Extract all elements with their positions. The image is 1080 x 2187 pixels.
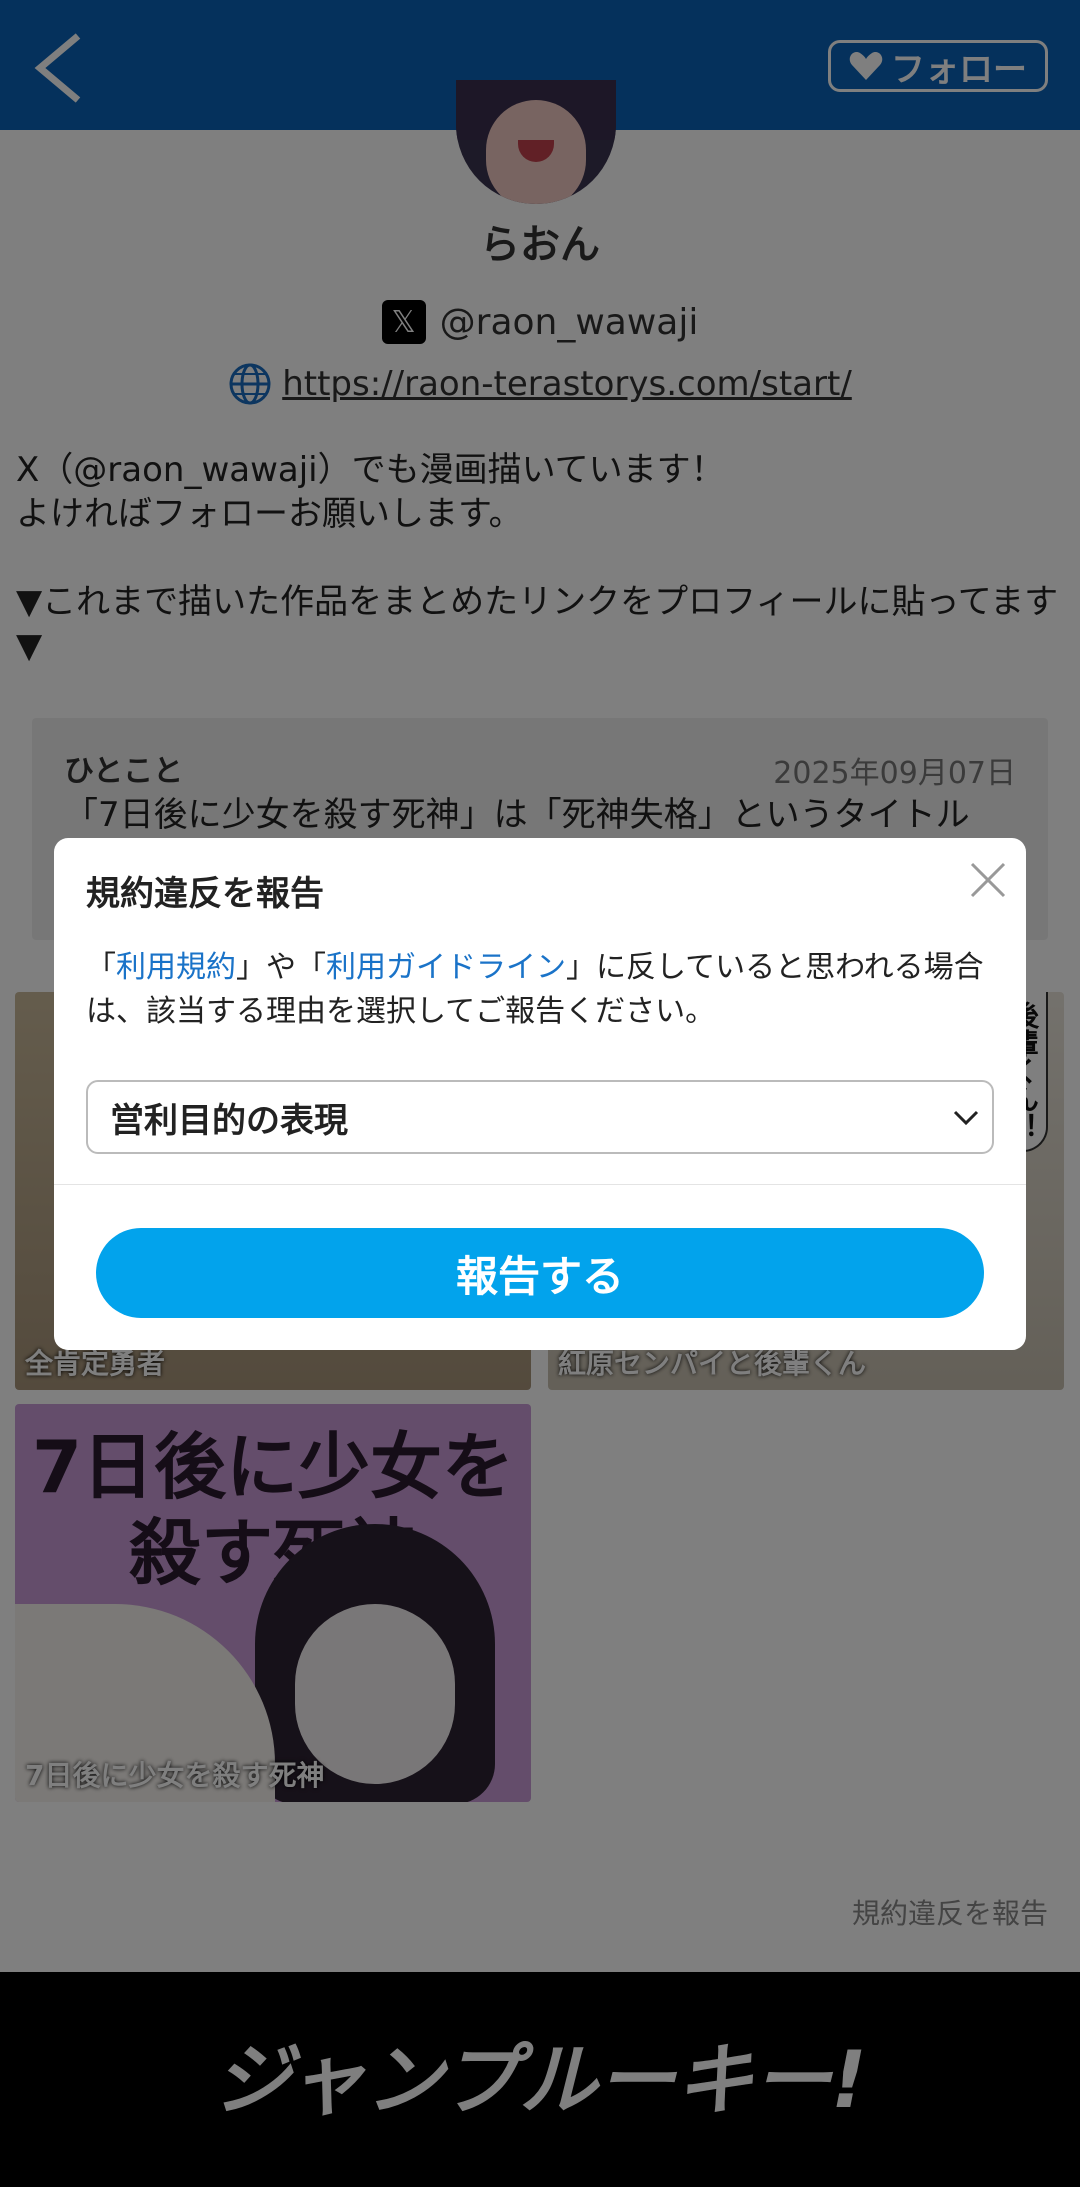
modal-divider bbox=[54, 1184, 1026, 1185]
close-icon bbox=[970, 862, 1006, 898]
terms-link[interactable]: 利用規約 bbox=[116, 950, 236, 985]
close-button[interactable] bbox=[966, 858, 1010, 902]
chevron-down-icon bbox=[953, 1110, 979, 1126]
report-modal: 規約違反を報告 「利用規約」や「利用ガイドライン」に反していると思われる場合は、… bbox=[54, 838, 1026, 1350]
modal-description: 「利用規約」や「利用ガイドライン」に反していると思われる場合は、該当する理由を選… bbox=[86, 950, 984, 1029]
guideline-link[interactable]: 利用ガイドライン bbox=[326, 950, 566, 985]
reason-selected-value: 営利目的の表現 bbox=[110, 1100, 348, 1141]
submit-report-button[interactable]: 報告する bbox=[96, 1228, 984, 1318]
modal-title: 規約違反を報告 bbox=[86, 874, 324, 914]
reason-select[interactable]: 営利目的の表現 bbox=[86, 1080, 994, 1154]
